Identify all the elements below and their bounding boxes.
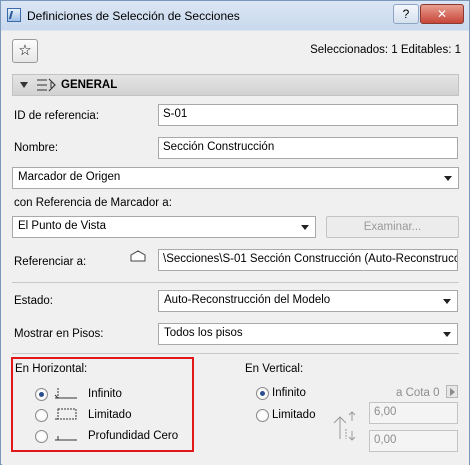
vertical-infinite-radio[interactable] xyxy=(256,387,269,400)
marker-type-value: Marcador de Origen xyxy=(18,171,121,183)
favorites-button[interactable]: ☆ xyxy=(12,39,38,63)
refer-to-field: \Secciones\S-01 Sección Construcción (Au… xyxy=(158,249,458,271)
vertical-limited-label[interactable]: Limitado xyxy=(272,409,315,421)
marker-ref-value: El Punto de Vista xyxy=(18,220,107,232)
reference-id-label: ID de referencia: xyxy=(14,110,100,122)
show-on-floors-label: Mostrar en Pisos: xyxy=(14,328,104,340)
dialog-window: Definiciones de Selección de Secciones ?… xyxy=(0,0,470,465)
chevron-down-icon xyxy=(443,299,451,304)
vertical-limited-radio[interactable] xyxy=(256,409,269,422)
browse-button[interactable]: Examinar... xyxy=(326,216,459,238)
divider xyxy=(12,282,459,283)
section-settings-icon xyxy=(37,78,56,92)
selection-info: Seleccionados: 1 Editables: 1 xyxy=(310,44,461,56)
vertical-infinite-label[interactable]: Infinito xyxy=(272,387,306,399)
name-input[interactable]: Sección Construcción xyxy=(158,137,458,159)
window-title: Definiciones de Selección de Secciones xyxy=(27,9,240,23)
cota-label: a Cota 0 xyxy=(396,387,440,399)
collapse-triangle-icon[interactable] xyxy=(20,82,28,88)
chevron-down-icon xyxy=(301,225,309,230)
status-value: Auto-Reconstrucción del Modelo xyxy=(164,294,331,306)
view-reference-icon xyxy=(130,250,146,262)
star-icon: ☆ xyxy=(18,42,32,59)
chevron-down-icon xyxy=(444,176,452,181)
vertical-bottom-input[interactable]: 0,00 xyxy=(369,430,458,452)
status-dropdown[interactable]: Auto-Reconstrucción del Modelo xyxy=(158,290,458,312)
marker-ref-label: con Referencia de Marcador a: xyxy=(14,197,172,209)
refer-to-label: Referenciar a: xyxy=(14,256,87,268)
chevron-down-icon xyxy=(443,332,451,337)
show-on-floors-value: Todos los pisos xyxy=(164,327,243,339)
close-button[interactable]: ✕ xyxy=(420,4,464,24)
reference-id-input[interactable]: S-01 xyxy=(158,104,458,126)
app-icon xyxy=(7,8,21,22)
show-on-floors-dropdown[interactable]: Todos los pisos xyxy=(158,323,458,345)
section-title: GENERAL xyxy=(61,79,118,91)
vertical-top-input[interactable]: 6,00 xyxy=(369,402,458,424)
vertical-label: En Vertical: xyxy=(245,363,304,375)
section-header-general[interactable]: GENERAL xyxy=(12,74,459,96)
help-button[interactable]: ? xyxy=(393,4,419,24)
status-label: Estado: xyxy=(14,295,53,307)
cota-arrow-button[interactable] xyxy=(446,385,458,398)
name-label: Nombre: xyxy=(14,142,59,154)
dialog-content: ☆ Seleccionados: 1 Editables: 1 GENERAL … xyxy=(2,31,469,465)
elevation-limits-icon xyxy=(333,411,356,441)
marker-type-dropdown[interactable]: Marcador de Origen xyxy=(12,167,459,189)
highlight-box xyxy=(11,357,194,452)
divider xyxy=(12,353,459,354)
marker-ref-dropdown[interactable]: El Punto de Vista xyxy=(12,216,316,238)
title-bar[interactable]: Definiciones de Selección de Secciones ?… xyxy=(1,1,469,31)
